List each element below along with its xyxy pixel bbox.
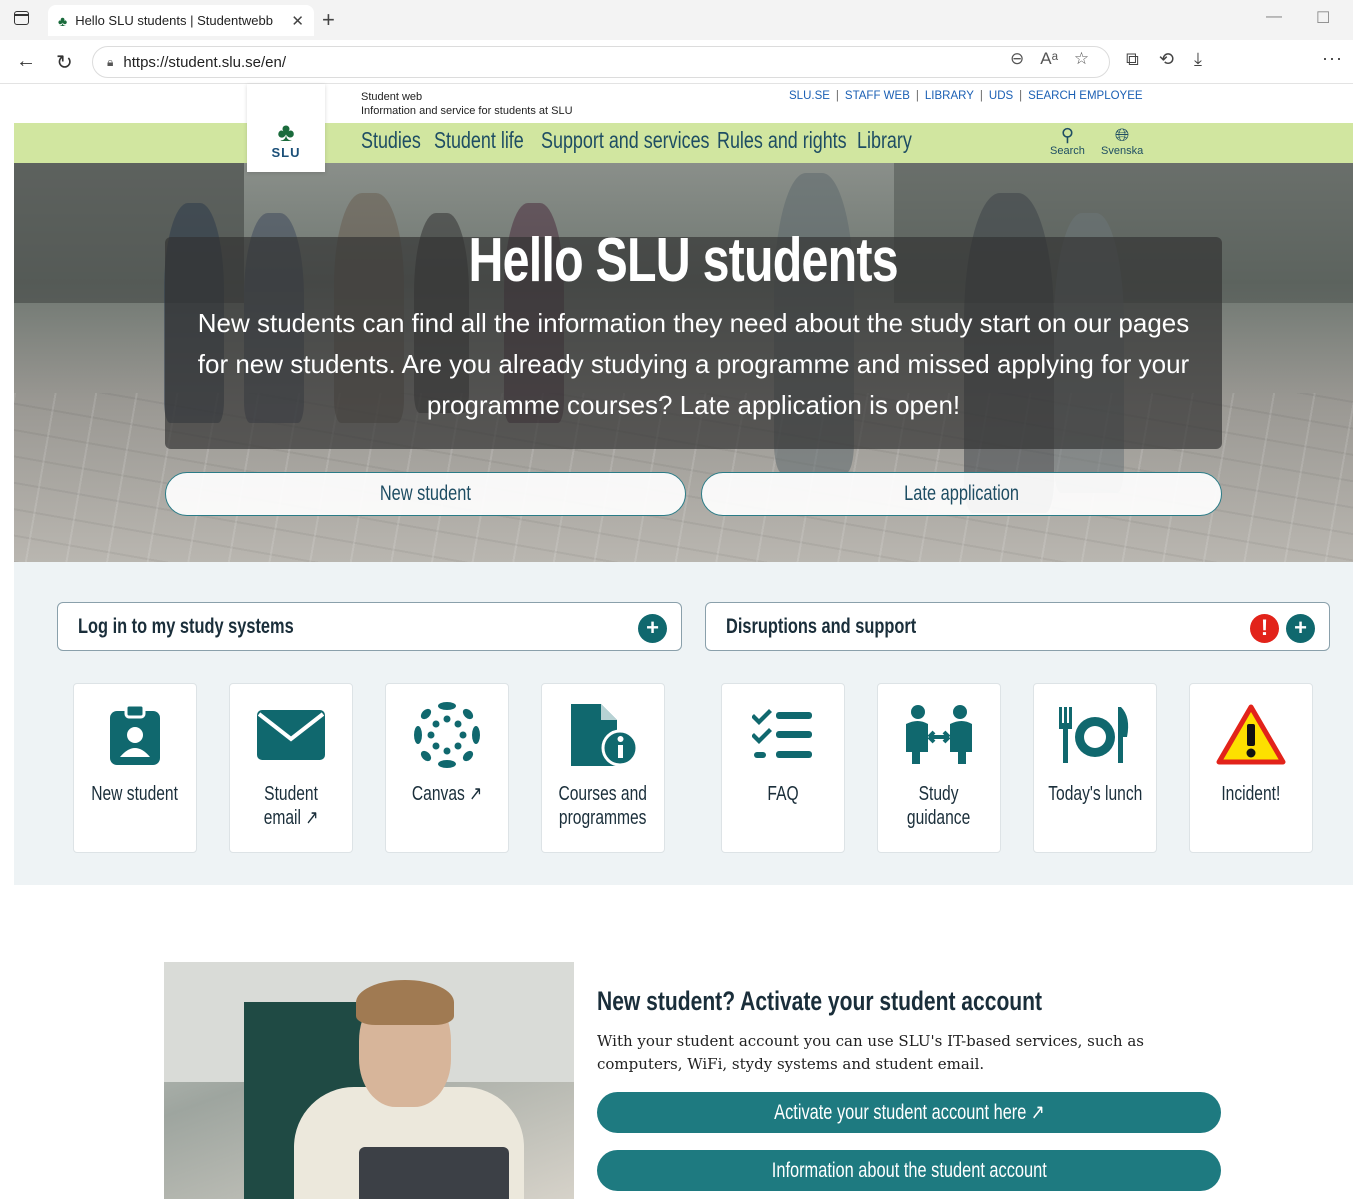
toplink-staff-web[interactable]: STAFF WEB [845, 90, 910, 102]
disruptions-support-accordion[interactable]: Disruptions and support ! + [705, 602, 1330, 651]
back-icon[interactable]: ← [16, 50, 36, 73]
warning-icon [1190, 702, 1312, 768]
new-student-button[interactable]: New student [165, 472, 686, 516]
nav-support-services[interactable]: Support and services [541, 127, 710, 154]
student-photo [164, 962, 574, 1199]
envelope-icon [230, 702, 352, 768]
hero-title: Hello SLU students [468, 226, 899, 295]
card-label: Canvas ↗ [411, 783, 483, 805]
maximize-icon[interactable]: ☐ [1316, 8, 1330, 28]
new-tab-icon[interactable]: + [322, 7, 335, 33]
main-nav: Studies Student life Support and service… [361, 127, 927, 154]
toplink-library[interactable]: LIBRARY [925, 90, 974, 102]
search-icon: ⚲ [1060, 125, 1075, 145]
card-label: Study guidance [907, 783, 971, 829]
history-icon[interactable]: ⟲ [1159, 49, 1174, 70]
browser-tab-bar: ♣ Hello SLU students | Studentwebb ✕ + —… [0, 0, 1353, 40]
lunch-icon [1034, 702, 1156, 768]
card-faq[interactable]: FAQ [721, 683, 845, 853]
guidance-icon [878, 702, 1000, 768]
language-button[interactable]: 🌐︎ Svenska [1101, 125, 1143, 157]
url-text: https://student.slu.se/en/ [123, 53, 286, 71]
card-canvas[interactable]: Canvas ↗ [385, 683, 509, 853]
search-label: Search [1050, 145, 1085, 157]
nav-student-life[interactable]: Student life [434, 127, 524, 154]
card-todays-lunch[interactable]: Today's lunch [1033, 683, 1157, 853]
alert-icon: ! [1250, 614, 1279, 643]
read-aloud-icon[interactable]: Aᵃ [1040, 49, 1058, 69]
card-incident[interactable]: Incident! [1189, 683, 1313, 853]
language-label: Svenska [1101, 145, 1144, 157]
slu-leaf-icon: ♣ [277, 117, 295, 147]
nav-library[interactable]: Library [857, 127, 912, 154]
card-student-email[interactable]: Student email ↗ [229, 683, 353, 853]
site-header: Studies Student life Support and service… [14, 84, 1353, 172]
card-label: Courses and programmes [558, 783, 648, 829]
document-info-icon [542, 702, 664, 768]
reload-icon[interactable]: ↻ [56, 50, 73, 75]
card-label: Student email ↗ [263, 783, 319, 829]
tab-title: Hello SLU students | Studentwebb [75, 13, 273, 28]
toplink-uds[interactable]: UDS [989, 90, 1013, 102]
account-heading: New student? Activate your student accou… [597, 986, 1043, 1016]
card-courses-programmes[interactable]: Courses and programmes [541, 683, 665, 853]
download-icon[interactable]: ⤓ [1194, 49, 1202, 70]
search-button[interactable]: ⚲ Search [1050, 125, 1085, 157]
top-links: SLU.SE | STAFF WEB | LIBRARY | UDS | SEARCH EMPL… [789, 90, 1143, 102]
collections-icon[interactable]: ⧉ [1126, 49, 1139, 70]
minimize-icon[interactable]: — [1266, 8, 1282, 26]
card-label: Today's lunch [1047, 783, 1143, 805]
badge-icon [74, 702, 196, 768]
expand-plus-icon[interactable]: + [1286, 614, 1315, 643]
card-new-student[interactable]: New student [73, 683, 197, 853]
slu-favicon-icon: ♣ [58, 12, 68, 29]
slu-logo[interactable]: ♣ SLU [247, 84, 325, 172]
nav-studies[interactable]: Studies [361, 127, 421, 154]
tagline-subtitle: Information and service for students at … [361, 105, 573, 117]
site-tagline: Student web Information and service for … [361, 90, 573, 118]
account-info-button[interactable]: Information about the student account [597, 1150, 1221, 1191]
checklist-icon [722, 702, 844, 768]
login-study-systems-accordion[interactable]: Log in to my study systems + [57, 602, 682, 651]
browser-actions: ⧉ ⟲ ⤓ [1126, 49, 1202, 70]
activate-account-button[interactable]: Activate your student account here ↗ [597, 1092, 1221, 1133]
browser-tab[interactable]: ♣ Hello SLU students | Studentwebb ✕ [48, 5, 314, 36]
lock-icon: 🔒︎ [107, 54, 114, 69]
card-label: Incident! [1221, 783, 1281, 805]
account-text: With your student account you can use SL… [597, 1032, 1144, 1073]
late-application-button[interactable]: Late application [701, 472, 1222, 516]
tagline-title: Student web [361, 91, 423, 103]
url-bar[interactable]: 🔒︎ https://student.slu.se/en/ [92, 46, 1110, 78]
main-nav-bar: Studies Student life Support and service… [14, 123, 1353, 163]
zoom-icon[interactable]: ⊖ [1010, 49, 1024, 69]
expand-plus-icon[interactable]: + [638, 614, 667, 643]
card-label: New student [91, 783, 179, 805]
card-study-guidance[interactable]: Study guidance [877, 683, 1001, 853]
canvas-icon [386, 702, 508, 768]
hero-text: New students can find all the informatio… [197, 308, 1190, 420]
logo-text: SLU [271, 145, 301, 160]
close-tab-icon[interactable]: ✕ [291, 12, 304, 30]
disruptions-accordion-label: Disruptions and support [726, 614, 917, 638]
quick-links-section: Log in to my study systems + Disruptions… [14, 562, 1353, 885]
nav-rules-rights[interactable]: Rules and rights [717, 127, 847, 154]
toplink-search-employee[interactable]: SEARCH EMPLOYEE [1028, 90, 1142, 102]
globe-icon: 🌐︎ [1114, 125, 1130, 145]
card-label: FAQ [767, 783, 799, 805]
more-menu-icon[interactable]: ··· [1322, 48, 1343, 69]
favorite-star-icon[interactable]: ☆ [1074, 49, 1089, 69]
hero-banner: Hello SLU students New students can find… [14, 163, 1353, 562]
window-menu-icon[interactable] [14, 11, 29, 25]
login-accordion-label: Log in to my study systems [78, 614, 294, 638]
url-actions: ⊖ Aᵃ ☆ [1010, 49, 1089, 69]
toplink-slu-se[interactable]: SLU.SE [789, 90, 830, 102]
